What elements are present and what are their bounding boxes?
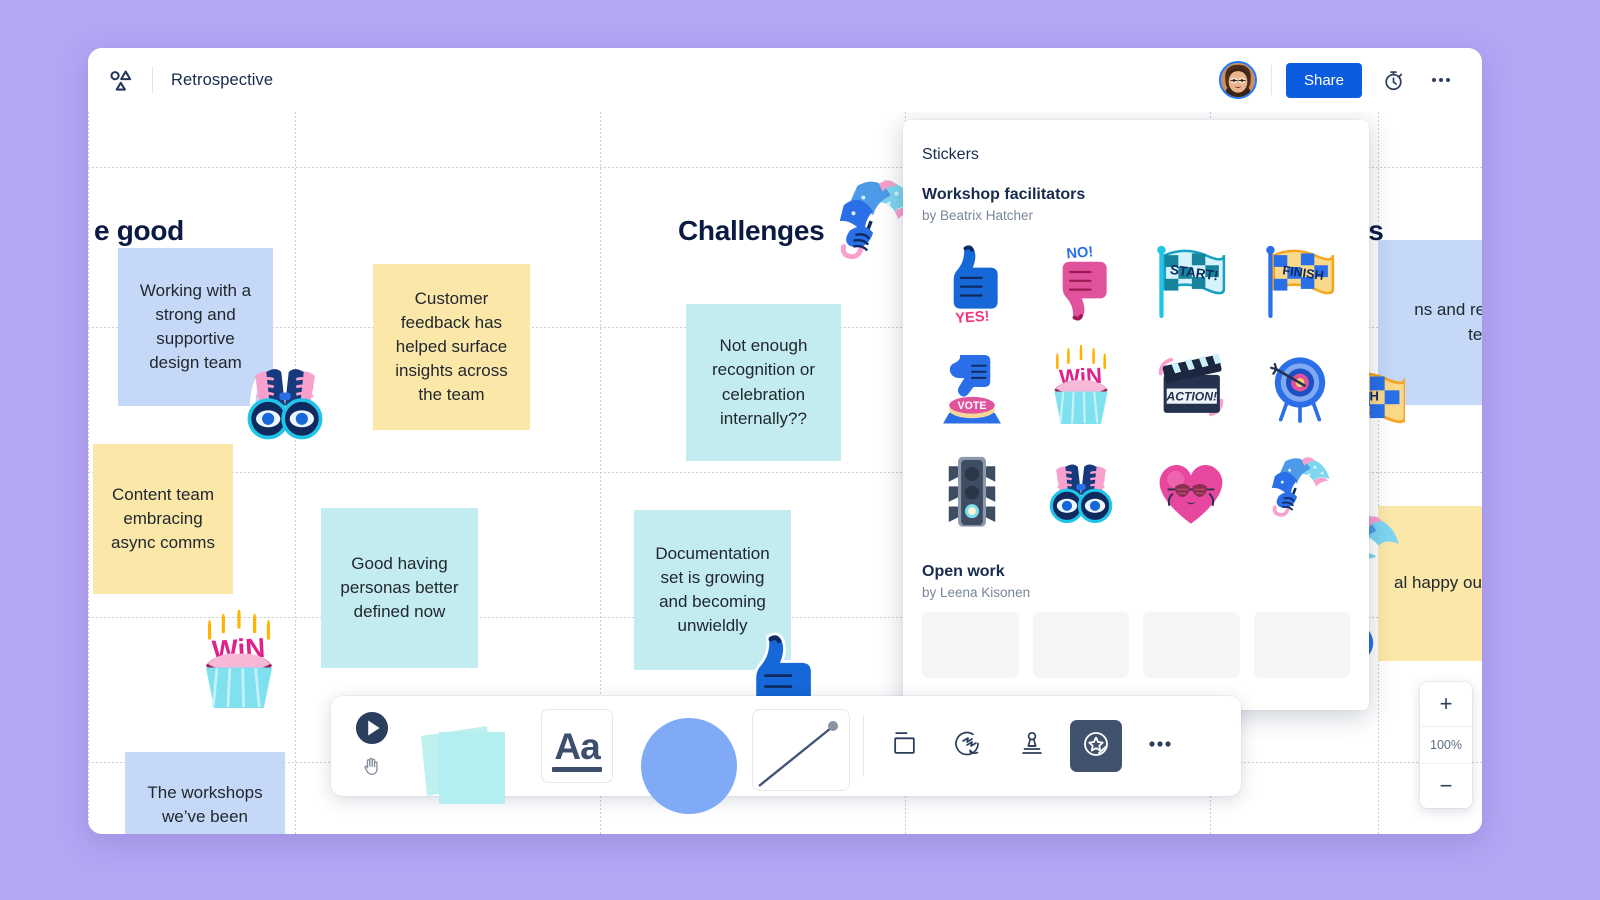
target-bullseye-sticker[interactable] — [1246, 335, 1356, 439]
sticker-pack-name: Workshop facilitators — [922, 186, 1086, 203]
zoom-in-button[interactable]: + — [1420, 682, 1472, 726]
header-divider — [152, 67, 153, 93]
zoom-controls: + 100% − — [1420, 682, 1472, 808]
sticky-note[interactable]: Good having personas better defined now — [321, 508, 478, 668]
thumbs-up-yes-sticker[interactable]: YES! — [917, 231, 1027, 335]
line-tool[interactable] — [749, 696, 855, 796]
finish-flag-sticker[interactable]: FINISH — [1246, 231, 1356, 335]
bottom-toolbar: Aa — [331, 696, 1241, 814]
toolbar-divider — [863, 715, 864, 777]
sticker-placeholder[interactable] — [922, 612, 1019, 678]
svg-text:ACTION!: ACTION! — [1165, 390, 1217, 404]
stickers-tool[interactable] — [1070, 720, 1122, 772]
frame-icon — [891, 730, 918, 762]
more-horizontal-icon — [1146, 730, 1174, 763]
text-aa-icon: Aa — [554, 725, 600, 767]
avatar[interactable] — [1218, 61, 1257, 99]
share-button[interactable]: Share — [1285, 62, 1362, 98]
sticky-note[interactable]: Not enough recognition or celebration in… — [686, 304, 841, 461]
text-tool[interactable]: Aa — [523, 696, 631, 796]
sticker-placeholder-grid — [903, 600, 1369, 678]
stamp-tool[interactable] — [1006, 720, 1058, 772]
sticker-placeholder[interactable] — [1253, 612, 1350, 678]
header-divider-2 — [1270, 65, 1272, 95]
stamp-icon — [1019, 731, 1045, 762]
app-window: Retrospective Share e good Challenges Wo… — [88, 48, 1482, 834]
cursor-play-icon — [355, 711, 389, 750]
stickers-panel[interactable]: Stickers Workshop facilitators by Beatri… — [903, 120, 1369, 710]
timer-arrows-icon — [954, 730, 982, 763]
svg-text:VOTE: VOTE — [957, 400, 986, 412]
timer-icon[interactable] — [1376, 63, 1410, 97]
header-left-group: Retrospective — [88, 67, 273, 93]
start-flag-sticker[interactable]: START! — [1136, 231, 1246, 335]
zoom-level[interactable]: 100% — [1420, 726, 1472, 764]
shapes-logo-icon[interactable] — [108, 67, 134, 93]
timer-arrow-tool[interactable] — [942, 720, 994, 772]
app-header: Retrospective Share — [88, 48, 1482, 112]
select-tool[interactable] — [331, 711, 413, 782]
sticker-pack-author: by Beatrix Hatcher — [922, 208, 1034, 223]
traffic-light-sticker[interactable] — [917, 439, 1027, 543]
sticky-note[interactable]: Content team embracing async comms — [93, 444, 233, 594]
binoculars-sticker[interactable] — [1027, 439, 1137, 543]
board-title[interactable]: Retrospective — [171, 71, 273, 90]
sticky-note[interactable]: Customer feedback has helped surface ins… — [373, 264, 530, 430]
more-horizontal-icon[interactable] — [1424, 63, 1458, 97]
more-tools-button[interactable] — [1132, 720, 1188, 772]
binoculars-sticker[interactable] — [238, 357, 332, 445]
clapperboard-action-sticker[interactable]: ACTION! — [1136, 335, 1246, 439]
svg-text:NO!: NO! — [1066, 244, 1094, 262]
sticker-placeholder[interactable] — [1143, 612, 1240, 678]
column-heading: Challenges — [678, 215, 825, 246]
shape-tool[interactable] — [631, 696, 749, 814]
hand-icon[interactable] — [361, 755, 383, 782]
sticker-placeholder[interactable] — [1032, 612, 1129, 678]
zoom-out-button[interactable]: − — [1420, 764, 1472, 808]
vote-button-sticker[interactable]: VOTE — [917, 335, 1027, 439]
column-heading: e good — [94, 215, 184, 246]
sticker-grid: YES! NO! START! FINISH VOTE WiN ACTION! — [903, 223, 1369, 543]
umbrella-sticker[interactable] — [1246, 439, 1356, 543]
cupcake-win-sticker[interactable]: WiN — [193, 608, 285, 714]
sticker-pack-author: by Leena Kisonen — [922, 585, 1031, 600]
frame-tool[interactable] — [878, 720, 930, 772]
sticky-note[interactable]: The workshops we’ve been running lately — [125, 752, 285, 834]
sticker-star-icon — [1082, 730, 1110, 763]
heart-sunglasses-sticker[interactable] — [1136, 439, 1246, 543]
thumbs-down-no-sticker[interactable]: NO! — [1027, 231, 1137, 335]
header-right-group: Share — [1218, 61, 1482, 99]
sticker-pack-name: Open work — [922, 563, 1005, 580]
svg-text:YES!: YES! — [955, 309, 990, 325]
cupcake-win-sticker[interactable]: WiN — [1027, 335, 1137, 439]
sticky-note-tool[interactable] — [413, 696, 523, 804]
panel-title: Stickers — [922, 146, 979, 163]
